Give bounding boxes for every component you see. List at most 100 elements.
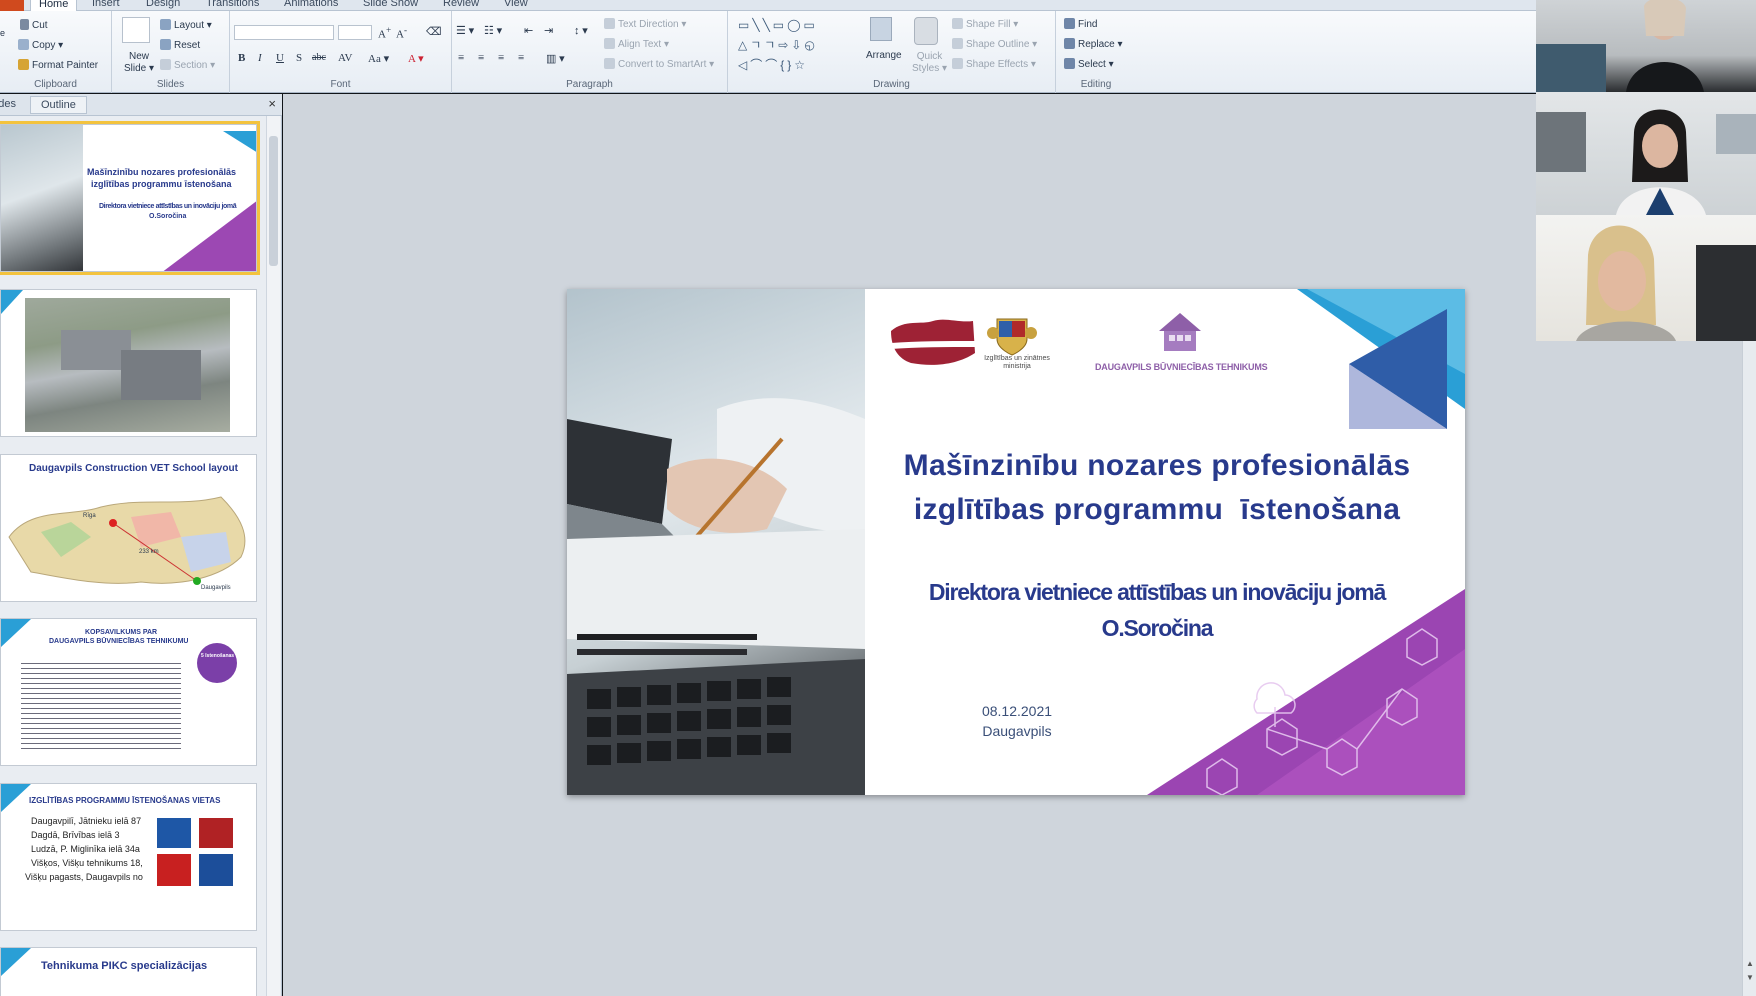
- format-painter-button[interactable]: Format Painter: [18, 59, 98, 71]
- quick-styles-button[interactable]: Quick Styles ▾: [912, 51, 947, 75]
- tab-view[interactable]: View: [504, 0, 528, 11]
- font-color-icon[interactable]: A ▾: [408, 52, 424, 65]
- tab-home[interactable]: Home: [30, 0, 78, 11]
- layout-button[interactable]: Layout ▾: [160, 19, 212, 31]
- shape-fill-button[interactable]: Shape Fill ▾: [952, 18, 1018, 30]
- participant-2-silhouette: [1536, 109, 1756, 215]
- section-button[interactable]: Section ▾: [160, 59, 215, 71]
- clipboard-group: e Cut Copy ▾ Format Painter Clipboard: [0, 11, 112, 93]
- columns-icon[interactable]: ▥ ▾: [546, 52, 565, 65]
- shadow-button[interactable]: S: [296, 52, 302, 64]
- align-center-icon[interactable]: ≡: [478, 52, 484, 64]
- select-button[interactable]: Select ▾: [1064, 58, 1114, 70]
- tab-review[interactable]: Review: [443, 0, 479, 11]
- close-icon[interactable]: ×: [268, 96, 276, 111]
- align-right-icon[interactable]: ≡: [498, 52, 504, 64]
- bold-button[interactable]: B: [238, 52, 245, 64]
- grow-font-button[interactable]: A+: [378, 25, 391, 41]
- thumb-decoration: [1, 290, 201, 400]
- underline-button[interactable]: U: [276, 52, 284, 64]
- scissors-icon: [20, 19, 29, 30]
- tab-outline[interactable]: Outline: [30, 96, 87, 114]
- file-tab[interactable]: [0, 0, 24, 11]
- thumb-title: Daugavpils Construction VET School layou…: [29, 463, 238, 474]
- line-spacing-icon[interactable]: ↕ ▾: [574, 24, 588, 37]
- arrange-button[interactable]: Arrange: [866, 50, 902, 61]
- slide-subtitle-line2: O.Soročina: [1101, 615, 1214, 641]
- section-icon: [160, 59, 171, 70]
- thumb-title-line1: Mašīnzinību nozares profesionālās: [87, 167, 237, 177]
- video-tile-participant-3[interactable]: [1536, 215, 1756, 341]
- slide-subtitle[interactable]: Direktora vietniece attīstības un inovāc…: [877, 574, 1437, 646]
- shapes-gallery-row-3[interactable]: ◁⌒⌒{}☆: [738, 59, 808, 71]
- pane-scrollbar-thumb[interactable]: [269, 136, 278, 266]
- participant-3-silhouette: [1576, 225, 1756, 341]
- thumb-subtitle: Direktora vietniece attīstības un inovāc…: [99, 203, 237, 210]
- video-tile-participant-1[interactable]: [1536, 0, 1756, 92]
- thumb-title-line2: DAUGAVPILS BŪVNIECĪBAS TEHNIKUMU: [49, 638, 189, 645]
- cursor-icon: [1064, 58, 1075, 69]
- change-case-button[interactable]: Aa ▾: [368, 52, 389, 65]
- slide-thumbnail-3[interactable]: Daugavpils Construction VET School layou…: [0, 454, 257, 602]
- replace-button[interactable]: Replace ▾: [1064, 38, 1123, 50]
- location-item-4: Višķos, Višķu tehnikums 18,: [31, 858, 143, 868]
- numbering-icon[interactable]: ☷ ▾: [484, 24, 502, 37]
- find-button[interactable]: Find: [1064, 18, 1097, 30]
- main-slide[interactable]: Izglītības un zinātnes ministrija DAUGAVP…: [567, 289, 1465, 795]
- slide-title[interactable]: Mašīnzinību nozares profesionālās izglīt…: [877, 444, 1437, 532]
- tab-insert[interactable]: Insert: [92, 0, 120, 11]
- paste-fragment[interactable]: e: [0, 28, 5, 38]
- slide-thumbnail-6[interactable]: Tehnikuma PIKC specializācijas: [0, 947, 257, 996]
- cut-button[interactable]: Cut: [20, 19, 48, 31]
- font-size-combo[interactable]: [338, 25, 372, 40]
- ribbon: e Cut Copy ▾ Format Painter Clipboard Ne…: [0, 11, 1536, 93]
- slides-group: New Slide ▾ Layout ▾ Reset Section ▾ Slid…: [112, 11, 230, 93]
- tab-animations[interactable]: Animations: [284, 0, 338, 11]
- bullets-icon[interactable]: ☰ ▾: [456, 24, 474, 37]
- thumb-decoration: [163, 131, 256, 271]
- location-item-3: Ludzā, P. Miglinīka ielā 34a: [31, 844, 140, 854]
- convert-smartart-button[interactable]: Convert to SmartArt ▾: [604, 58, 714, 70]
- tab-slides[interactable]: Slides: [0, 98, 16, 110]
- reset-button[interactable]: Reset: [160, 39, 200, 51]
- shape-effects-button[interactable]: Shape Effects ▾: [952, 58, 1036, 70]
- clear-formatting-icon[interactable]: ⌫: [426, 25, 442, 38]
- slide-thumbnail-2[interactable]: [0, 289, 257, 437]
- slides-pane: Slides Outline × Mašīnzinību nozares pro…: [0, 94, 282, 996]
- video-tile-participant-2[interactable]: [1536, 92, 1756, 215]
- thumb-name: O.Soročina: [149, 213, 187, 220]
- tab-design[interactable]: Design: [146, 0, 180, 11]
- new-slide-icon[interactable]: [122, 17, 150, 43]
- new-slide-button[interactable]: New Slide ▾: [124, 51, 154, 75]
- slide-thumbnail-5[interactable]: IZGLĪTĪBAS PROGRAMMU ĪSTENOŠANAS VIETAS …: [0, 783, 257, 931]
- strikethrough-button[interactable]: abc: [312, 52, 326, 63]
- participant-1-silhouette: [1536, 0, 1704, 92]
- location-item-1: Daugavpilī, Jātnieku ielā 87: [31, 816, 142, 826]
- pane-scrollbar[interactable]: [266, 116, 280, 996]
- copy-button[interactable]: Copy ▾: [18, 39, 63, 51]
- shapes-gallery-row-1[interactable]: ▭╲╲▭◯▭: [738, 19, 818, 31]
- slide-date-place[interactable]: 08.12.2021 Daugavpils: [927, 701, 1107, 741]
- decrease-indent-icon[interactable]: ⇤: [524, 24, 533, 37]
- shape-outline-button[interactable]: Shape Outline ▾: [952, 38, 1037, 50]
- tab-transitions[interactable]: Transitions: [206, 0, 259, 11]
- prev-slide-icon[interactable]: ▲: [1746, 959, 1754, 968]
- shrink-font-button[interactable]: A-: [396, 25, 407, 41]
- align-text-button[interactable]: Align Text ▾: [604, 38, 669, 50]
- align-left-icon[interactable]: ≡: [458, 52, 464, 64]
- tab-slide-show[interactable]: Slide Show: [363, 0, 418, 11]
- next-slide-icon[interactable]: ▼: [1746, 973, 1754, 982]
- shapes-gallery-row-2[interactable]: △ㄱㄱ⇨⇩◵: [738, 39, 818, 51]
- school-logo-text: DAUGAVPILS BŪVNIECĪBAS TEHNIKUMS: [1095, 362, 1268, 372]
- font-name-combo[interactable]: [234, 25, 334, 40]
- italic-button[interactable]: I: [258, 52, 262, 64]
- increase-indent-icon[interactable]: ⇥: [544, 24, 553, 37]
- latvia-map: [8, 496, 246, 585]
- text-direction-button[interactable]: Text Direction ▾: [604, 18, 686, 30]
- paragraph-group: ☰ ▾ ☷ ▾ ⇤ ⇥ ↕ ▾ ≡ ≡ ≡ ≡ ▥ ▾ Text Directi…: [452, 11, 728, 93]
- char-spacing-icon[interactable]: AV: [338, 52, 352, 64]
- slide-thumbnail-1[interactable]: Mašīnzinību nozares profesionālās izglīt…: [0, 121, 260, 275]
- justify-icon[interactable]: ≡: [518, 52, 524, 64]
- drawing-group: ▭╲╲▭◯▭ △ㄱㄱ⇨⇩◵ ◁⌒⌒{}☆ Arrange Quick Styles…: [728, 11, 1056, 93]
- slide-thumbnail-4[interactable]: KOPSAVILKUMS PAR DAUGAVPILS BŪVNIECĪBAS …: [0, 618, 257, 766]
